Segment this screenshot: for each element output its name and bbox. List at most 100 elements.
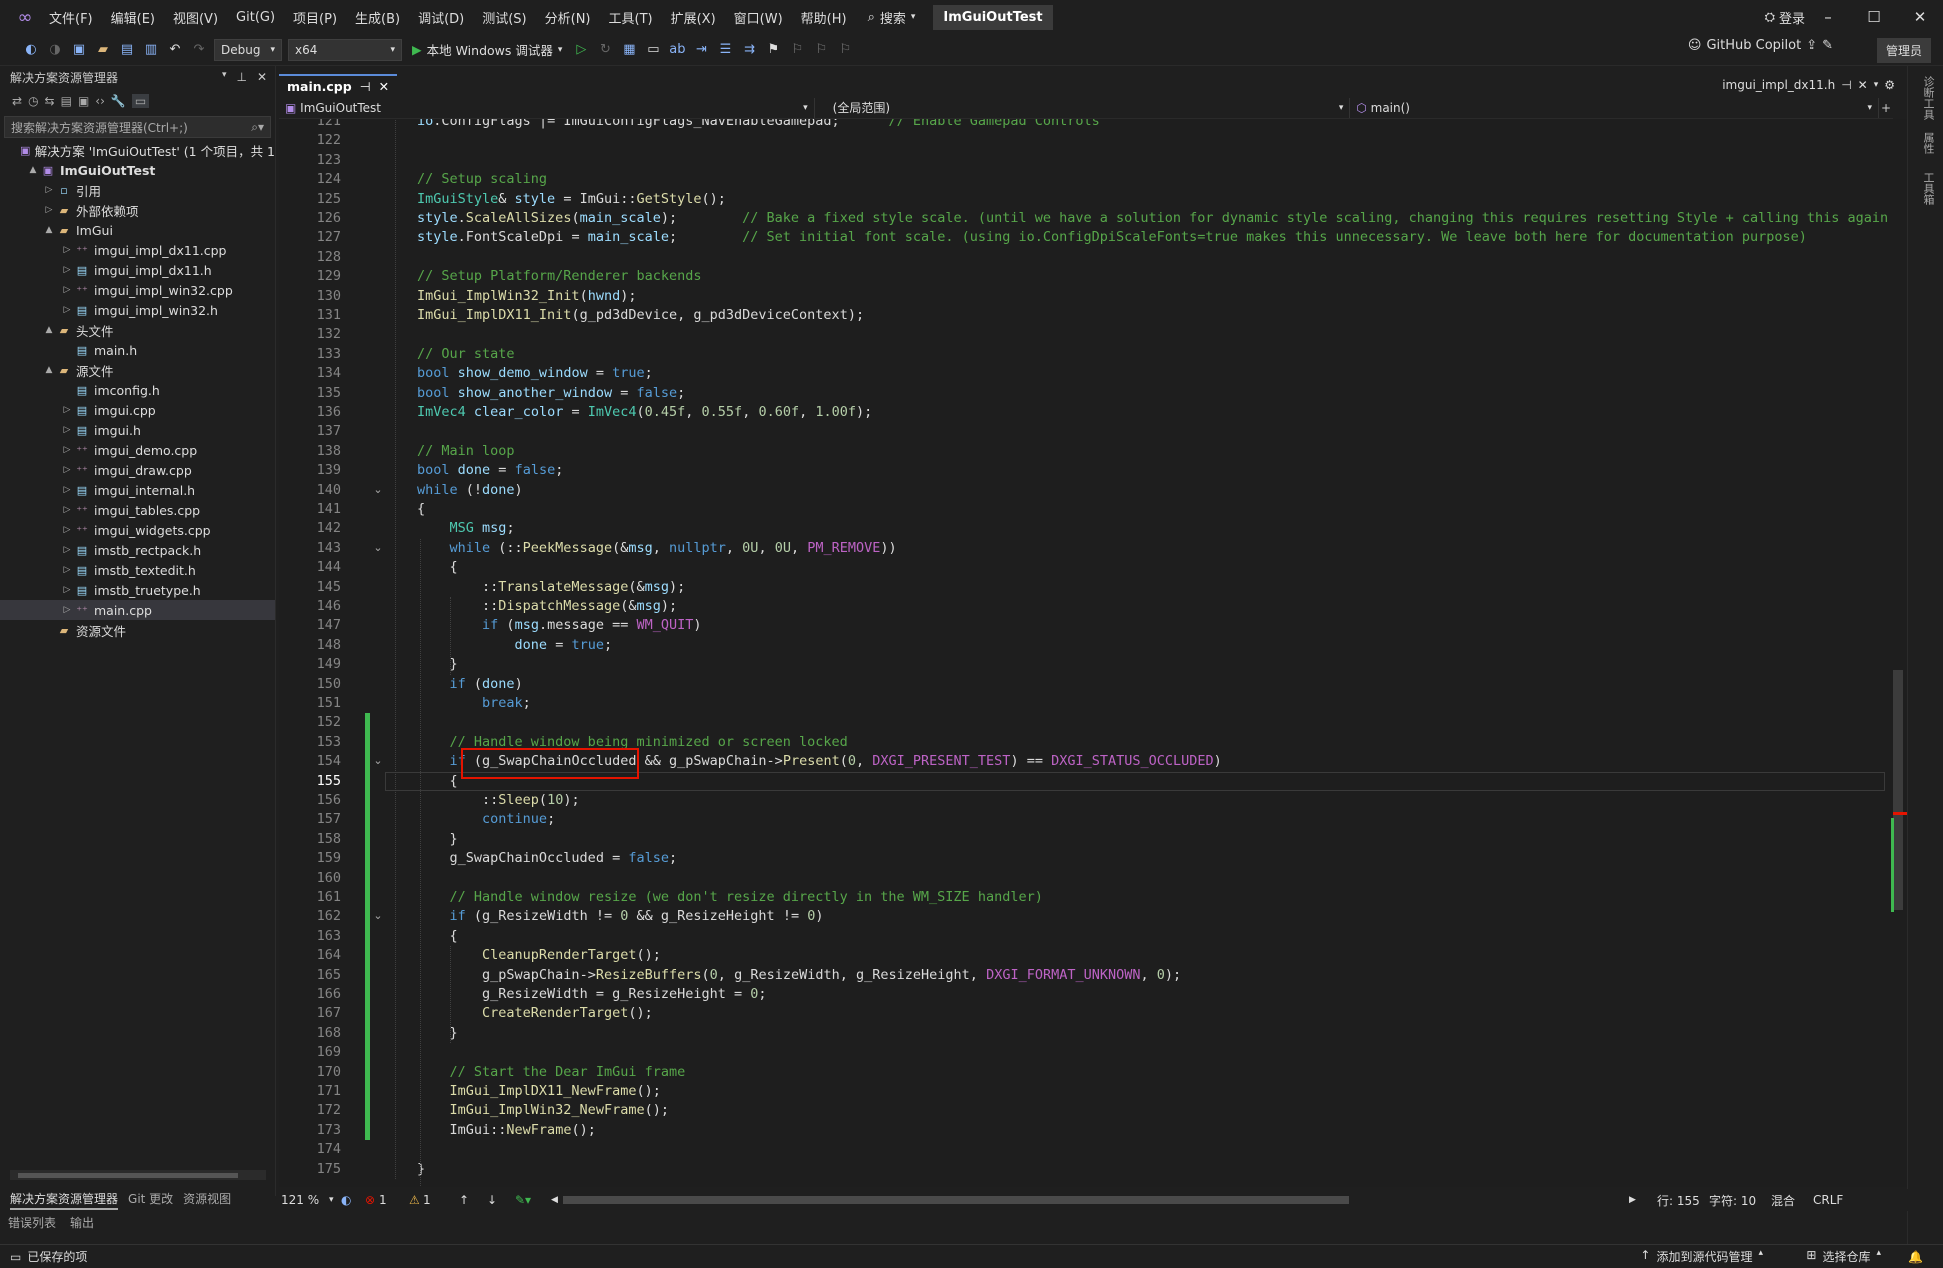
expand-icon[interactable]: ▷: [60, 245, 74, 255]
undo-icon[interactable]: ↶: [166, 41, 184, 59]
expand-icon[interactable]: ▷: [60, 265, 74, 275]
tree-item[interactable]: ▷ ⁺⁺ main.cpp: [0, 600, 275, 620]
tree-item[interactable]: ▷ ▤ imgui.cpp: [0, 400, 275, 420]
expand-icon[interactable]: ▷: [60, 305, 74, 315]
configuration-select[interactable]: Debug ▾: [214, 38, 282, 61]
code-view-icon[interactable]: ‹›: [95, 94, 105, 108]
maximize-button[interactable]: ☐: [1851, 0, 1897, 34]
member-select[interactable]: ⬡ main() ▾: [1350, 97, 1880, 118]
tree-item[interactable]: ▷ ⁺⁺ imgui_tables.cpp: [0, 500, 275, 520]
code-editor[interactable]: 121 io.ConfigFlags |= ImGuiConfigFlags_Na…: [279, 119, 1897, 1187]
tree-item[interactable]: ▷ ▤ imstb_rectpack.h: [0, 540, 275, 560]
code-line[interactable]: ::Sleep(10);: [417, 791, 580, 810]
sidebar-tab-2[interactable]: 资源视图: [183, 1190, 231, 1210]
menu-item-0[interactable]: 文件(F): [40, 0, 102, 34]
error-count[interactable]: 1: [379, 1193, 409, 1207]
run-debugger-button[interactable]: ▶ 本地 Windows 调试器 ▾: [408, 40, 566, 59]
tree-item[interactable]: ▤ imconfig.h: [0, 380, 275, 400]
tree-item[interactable]: ▷ ▤ imgui.h: [0, 420, 275, 440]
menu-item-11[interactable]: 窗口(W): [725, 0, 792, 34]
code-line[interactable]: g_ResizeWidth = g_ResizeHeight = 0;: [417, 985, 767, 1004]
platform-select[interactable]: x64 ▾: [288, 38, 402, 61]
select-repo-button[interactable]: ⊞ 选择仓库 ▴: [1806, 1248, 1881, 1265]
expand-icon[interactable]: ▷: [60, 285, 74, 295]
code-line[interactable]: break;: [417, 694, 531, 713]
code-line[interactable]: if (msg.message == WM_QUIT): [417, 616, 702, 635]
code-line[interactable]: done = true;: [417, 636, 613, 655]
tree-item[interactable]: ▲ ▰ ImGui: [0, 220, 275, 240]
solution-search-input[interactable]: 搜索解决方案资源管理器(Ctrl+;) ⌕▾: [4, 116, 271, 138]
pin-icon[interactable]: ⊥: [236, 70, 246, 84]
browse-icon[interactable]: ▦: [620, 41, 638, 59]
indent-mode[interactable]: 混合: [1771, 1192, 1813, 1209]
code-line[interactable]: ImVec4 clear_color = ImVec4(0.45f, 0.55f…: [417, 403, 872, 422]
zoom-level[interactable]: 121 %: [279, 1193, 329, 1207]
fold-toggle-icon[interactable]: ⌄: [372, 909, 384, 922]
collapse-all-icon[interactable]: ▤: [61, 94, 72, 108]
code-line[interactable]: // Handle window resize (we don't resize…: [417, 888, 1043, 907]
split-icon[interactable]: +: [1879, 101, 1893, 115]
back-icon[interactable]: ◐: [22, 41, 40, 59]
editor-horizontal-scroll-thumb[interactable]: [563, 1196, 1349, 1204]
spellcheck-icon[interactable]: ab: [668, 41, 686, 59]
properties-tab[interactable]: 属性: [1920, 132, 1936, 154]
editor-vertical-scrollbar[interactable]: [1889, 119, 1907, 1187]
code-line[interactable]: {: [417, 500, 425, 519]
code-line[interactable]: {: [417, 558, 458, 577]
pin-icon[interactable]: ⊣: [1841, 78, 1851, 92]
sidebar-scroll-thumb[interactable]: [18, 1173, 238, 1178]
toolbox-tab[interactable]: 工具箱: [1920, 172, 1936, 205]
next-bookmark-icon[interactable]: ⚐: [812, 41, 830, 59]
redo-icon[interactable]: ↷: [190, 41, 208, 59]
tab-main-cpp[interactable]: main.cpp ⊣ ✕: [279, 74, 398, 96]
hot-reload-icon[interactable]: ↻: [596, 41, 614, 59]
code-line[interactable]: ImGui_ImplDX11_Init(g_pd3dDevice, g_pd3d…: [417, 306, 864, 325]
code-line[interactable]: }: [417, 655, 458, 674]
code-line[interactable]: ImGui_ImplWin32_NewFrame();: [417, 1101, 669, 1120]
open-folder-icon[interactable]: ▰: [94, 41, 112, 59]
menu-item-4[interactable]: 项目(P): [284, 0, 346, 34]
tree-item[interactable]: ▰ 资源文件: [0, 620, 275, 640]
tree-item[interactable]: ▷ ⁺⁺ imgui_draw.cpp: [0, 460, 275, 480]
code-line[interactable]: while (!done): [417, 481, 523, 500]
code-line[interactable]: bool done = false;: [417, 461, 563, 480]
menu-item-3[interactable]: Git(G): [227, 0, 284, 34]
code-line[interactable]: ImGui_ImplWin32_Init(hwnd);: [417, 287, 636, 306]
step-icon[interactable]: ⇥: [692, 41, 710, 59]
code-line[interactable]: {: [417, 927, 458, 946]
sidebar-tab-0[interactable]: 解决方案资源管理器: [10, 1190, 119, 1210]
tab-imgui-impl-dx11-h[interactable]: imgui_impl_dx11.h ⊣ ✕ ▾ ⚙: [1722, 74, 1895, 96]
line-ending[interactable]: CRLF: [1813, 1193, 1843, 1207]
code-line[interactable]: while (::PeekMessage(&msg, nullptr, 0U, …: [417, 539, 897, 558]
tree-item[interactable]: ▷ ⁺⁺ imgui_impl_win32.cpp: [0, 280, 275, 300]
indent-icon[interactable]: ⇉: [740, 41, 758, 59]
code-line[interactable]: ImGui_ImplDX11_NewFrame();: [417, 1082, 661, 1101]
expand-icon[interactable]: ▷: [60, 445, 74, 455]
pin-icon[interactable]: ⊣: [360, 79, 371, 94]
menu-item-9[interactable]: 工具(T): [600, 0, 662, 34]
code-line[interactable]: io.ConfigFlags |= ImGuiConfigFlags_NavEn…: [417, 119, 1100, 131]
tree-item[interactable]: ▷ ▤ imgui_impl_dx11.h: [0, 260, 275, 280]
expand-icon[interactable]: ▲: [42, 325, 56, 335]
menu-item-6[interactable]: 调试(D): [409, 0, 473, 34]
login-button[interactable]: ⛭ 登录: [1765, 0, 1805, 34]
code-line[interactable]: CleanupRenderTarget();: [417, 946, 661, 965]
bookmark-icon[interactable]: ⚑: [764, 41, 782, 59]
code-line[interactable]: }: [417, 1024, 458, 1043]
expand-icon[interactable]: ▲: [42, 365, 56, 375]
close-window-button[interactable]: ✕: [1897, 0, 1943, 34]
format-icon[interactable]: ☰: [716, 41, 734, 59]
expand-icon[interactable]: ▷: [60, 425, 74, 435]
expand-icon[interactable]: ▷: [60, 605, 74, 615]
clear-bookmarks-icon[interactable]: ⚐: [836, 41, 854, 59]
code-line[interactable]: if (done): [417, 675, 523, 694]
minimize-button[interactable]: –: [1805, 0, 1851, 34]
expand-icon[interactable]: ▲: [42, 225, 56, 235]
tree-item[interactable]: ▲ ▰ 头文件: [0, 320, 275, 340]
tree-item[interactable]: ▲ ▰ 源文件: [0, 360, 275, 380]
arrow-down-icon[interactable]: ↓: [487, 1193, 515, 1207]
code-line[interactable]: bool show_demo_window = true;: [417, 364, 653, 383]
tree-item[interactable]: ▷ ▤ imstb_truetype.h: [0, 580, 275, 600]
menu-item-2[interactable]: 视图(V): [164, 0, 227, 34]
code-line[interactable]: g_pSwapChain->ResizeBuffers(0, g_ResizeW…: [417, 966, 1181, 985]
